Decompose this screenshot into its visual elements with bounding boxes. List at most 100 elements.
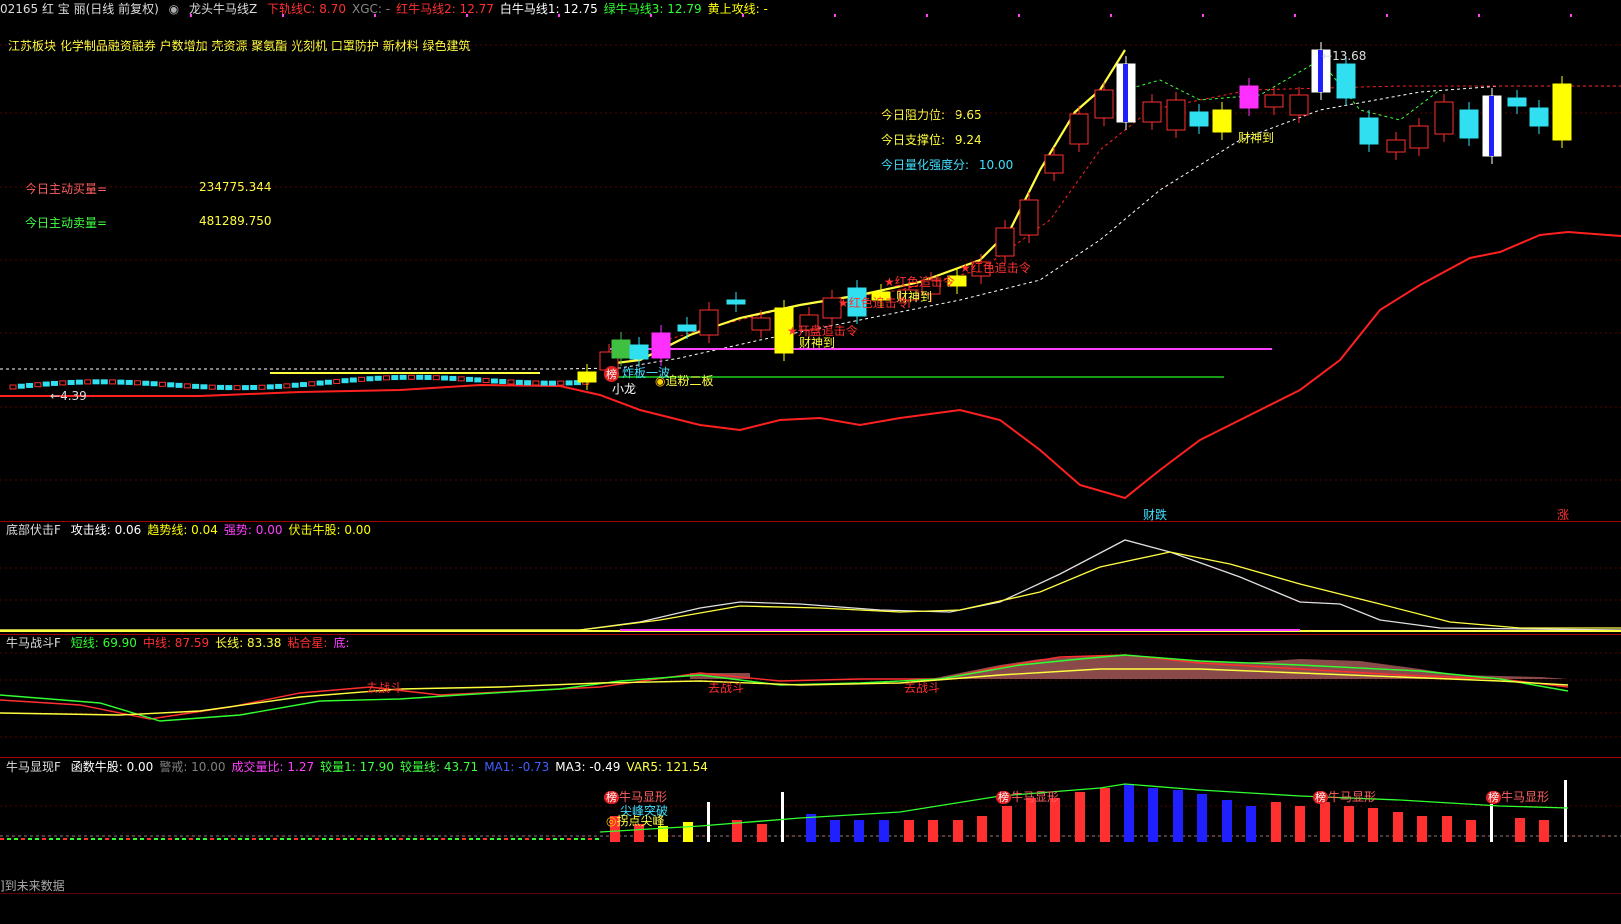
volume-bar <box>830 820 840 842</box>
candle-body <box>651 332 671 359</box>
candle <box>474 377 482 383</box>
candle <box>565 380 573 386</box>
candle-body <box>1142 101 1162 123</box>
panel4-item-5: MA1: -0.73 <box>484 760 550 774</box>
volume-bar <box>336 838 340 840</box>
volume-bar <box>1539 820 1549 842</box>
candle <box>441 375 449 381</box>
candle <box>233 385 241 391</box>
volume-bar <box>476 838 480 840</box>
caishen-label-1: 财神到 <box>1238 131 1275 145</box>
main-price-chart[interactable] <box>0 0 1621 522</box>
candle <box>291 382 299 388</box>
candle-body <box>677 324 697 332</box>
candle <box>466 376 473 382</box>
volume-bar <box>595 838 599 840</box>
volume-bar <box>77 838 81 840</box>
volume-bar <box>420 838 424 840</box>
separator <box>0 893 1621 894</box>
volume-bar <box>1124 784 1134 842</box>
candle <box>125 379 133 385</box>
volume-bar <box>357 838 361 840</box>
candle <box>432 375 440 381</box>
candle <box>308 381 316 387</box>
volume-bar <box>140 838 144 840</box>
volume-bar <box>84 838 88 840</box>
volume-bar <box>112 838 116 840</box>
volume-bar <box>63 838 67 840</box>
low-price-label: ←4.39 <box>50 389 87 403</box>
volume-bar <box>350 838 354 840</box>
candle <box>217 384 224 390</box>
volume-bar <box>1148 788 1158 842</box>
candle <box>167 382 175 388</box>
candle <box>482 377 490 383</box>
huodian-label: ◎拐点尖峰 <box>606 814 665 828</box>
volume-bar <box>448 838 452 840</box>
candle <box>532 380 540 386</box>
panel3-chart[interactable] <box>0 635 1621 757</box>
volume-bar <box>161 838 165 840</box>
volume-bar <box>1222 800 1232 842</box>
volume-bar <box>301 838 305 840</box>
volume-bar <box>210 838 214 840</box>
candle-body <box>1529 107 1549 127</box>
red-band-line <box>0 230 1621 500</box>
volume-bar <box>28 838 32 840</box>
volume-bar <box>1515 818 1525 842</box>
volume-bar <box>329 838 333 840</box>
candle <box>374 375 382 381</box>
candle <box>117 379 125 385</box>
candle-stripe <box>1123 64 1128 122</box>
volume-bar <box>98 838 102 840</box>
top-marker <box>1570 14 1572 17</box>
volume-bar <box>168 838 172 840</box>
candle <box>258 384 266 390</box>
candle-body <box>1094 89 1114 119</box>
top-marker <box>1018 14 1020 17</box>
volume-bar <box>7 838 11 840</box>
volume-bar <box>879 820 889 842</box>
panel4-chart[interactable] <box>0 776 1621 894</box>
volume-bar <box>49 838 53 840</box>
candle <box>59 380 67 386</box>
candle <box>324 379 332 385</box>
volume-bar <box>392 838 396 840</box>
candle <box>9 384 17 390</box>
volume-bar <box>854 820 864 842</box>
volume-bar <box>56 838 60 840</box>
zhuifen-label: ◉追粉二板 <box>655 374 714 388</box>
volume-bar <box>385 838 389 840</box>
niuma-label-2: 榜牛马显形 <box>996 790 1060 804</box>
top-marker <box>742 14 744 17</box>
volume-bar <box>133 838 137 840</box>
candle-body <box>1212 109 1232 133</box>
candle <box>399 374 407 380</box>
volume-bar <box>203 838 207 840</box>
volume-bar <box>217 838 221 840</box>
volume-bar <box>1393 812 1403 842</box>
volume-bar <box>546 838 550 840</box>
top-marker <box>1478 14 1480 17</box>
candle-body <box>1264 94 1284 108</box>
panel4-title[interactable]: 牛马显现F <box>0 760 61 774</box>
qu-label-3: 去战斗 <box>904 681 941 695</box>
candle-body <box>699 309 719 336</box>
candle <box>100 379 108 385</box>
volume-bar <box>1442 816 1452 842</box>
panel2-chart[interactable] <box>0 522 1621 634</box>
candle <box>142 380 150 386</box>
candle-body <box>1069 113 1089 145</box>
hongse-label-3: ★红色追击令 <box>838 296 909 310</box>
volume-bar <box>574 838 578 840</box>
candle-body <box>1019 199 1039 236</box>
top-marker <box>1202 14 1204 17</box>
candle <box>524 380 532 386</box>
candle <box>250 384 258 390</box>
kaipan-label: ★开盘追击令 <box>787 324 858 338</box>
candle <box>341 378 349 384</box>
candle <box>51 380 58 386</box>
candle-body <box>751 317 771 331</box>
volume-bar <box>683 822 693 842</box>
panel4-item-3: 较量1: 17.90 <box>320 760 394 774</box>
